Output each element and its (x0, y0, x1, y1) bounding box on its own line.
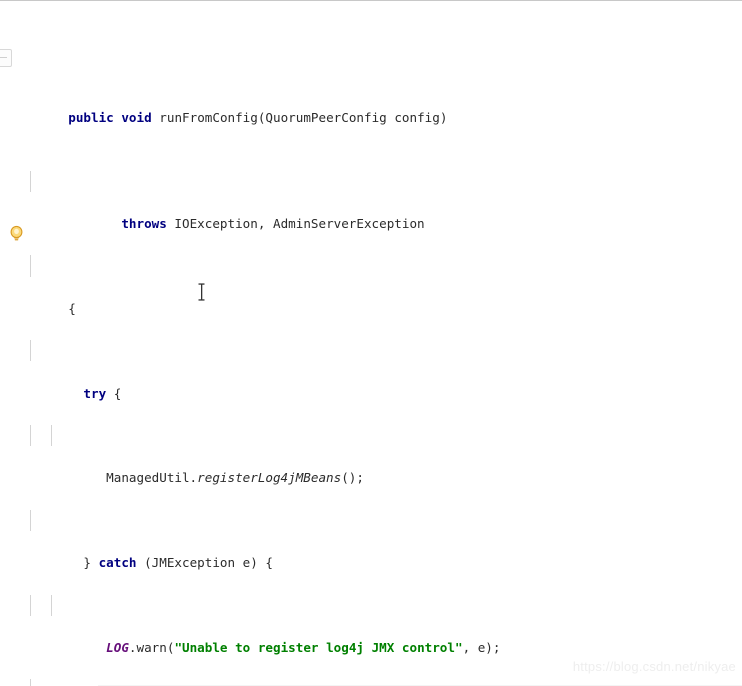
code-text: try { (83, 385, 122, 401)
code-text: throws IOException, AdminServerException (121, 216, 425, 232)
code-line[interactable]: public void runFromConfig(QuorumPeerConf… (0, 86, 742, 125)
code-line[interactable]: LOG.warn("Unable to register log4j JMX c… (0, 594, 742, 655)
code-text: LOG.warn("Unable to register log4j JMX c… (106, 640, 501, 655)
code-text: ManagedUtil.registerLog4jMBeans(); (45, 470, 364, 486)
code-text: } catch (JMException e) { (45, 555, 273, 571)
code-content[interactable]: public void runFromConfig(QuorumPeerConf… (0, 1, 742, 686)
text-ibeam-cursor (197, 282, 206, 302)
code-line[interactable]: throws IOException, AdminServerException (0, 170, 742, 231)
code-text: { (45, 300, 76, 316)
code-text: public void runFromConfig(QuorumPeerConf… (68, 110, 448, 126)
code-line[interactable]: { (0, 255, 742, 316)
watermark-text: https://blog.csdn.net/nikyae (572, 659, 736, 674)
code-line[interactable]: try { (0, 340, 742, 401)
code-editor[interactable]: public void runFromConfig(QuorumPeerConf… (0, 0, 742, 686)
code-line[interactable]: ManagedUtil.registerLog4jMBeans(); (0, 425, 742, 485)
code-line[interactable]: } catch (JMException e) { (0, 509, 742, 570)
